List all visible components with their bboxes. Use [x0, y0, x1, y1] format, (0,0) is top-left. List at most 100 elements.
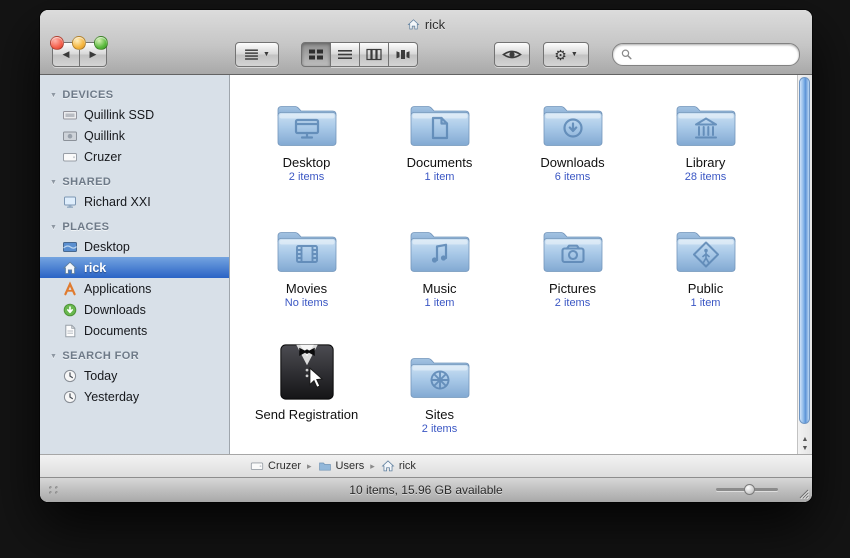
sidebar-item-rick[interactable]: rick: [40, 257, 229, 278]
applications-icon: [62, 281, 78, 297]
disclosure-triangle-icon[interactable]: ▼: [50, 224, 57, 231]
downloads-icon: [62, 302, 78, 318]
file-item-count: No items: [284, 297, 329, 309]
file-item-movies[interactable]: Movies No items: [240, 215, 373, 329]
home-icon: [407, 18, 420, 31]
view-as-columns-button[interactable]: [360, 42, 389, 67]
file-item-pictures[interactable]: Pictures 2 items: [506, 215, 639, 329]
send-registration-app-icon: [276, 341, 338, 403]
file-item-count: 28 items: [684, 171, 727, 183]
sidebar-item-label: Yesterday: [84, 389, 140, 404]
public-folder-icon: [674, 223, 738, 277]
vertical-scrollbar[interactable]: ▲ ▼: [797, 75, 812, 454]
sidebar-item-today[interactable]: Today: [40, 365, 229, 386]
back-icon: ◀: [62, 49, 70, 59]
sidebar-item-richard-xxi[interactable]: Richard XXI: [40, 191, 229, 212]
sidebar-item-yesterday[interactable]: Yesterday: [40, 386, 229, 407]
sidebar-section-label: PLACES: [62, 221, 110, 233]
grip-icon: [49, 486, 58, 494]
eye-icon: [502, 50, 522, 59]
sidebar-section-devices[interactable]: ▼ DEVICES: [40, 87, 229, 104]
file-item-desktop[interactable]: Desktop 2 items: [240, 89, 373, 203]
arrange-lines-icon: [245, 49, 258, 60]
traffic-lights: [50, 36, 108, 50]
scroll-down-icon[interactable]: ▼: [802, 445, 809, 452]
sidebar-section-shared[interactable]: ▼ SHARED: [40, 167, 229, 191]
path-bar: Cruzer ▸ Users ▸ rick: [40, 454, 812, 477]
sidebar-item-label: Quillink SSD: [84, 107, 155, 122]
slider-knob[interactable]: [743, 484, 755, 495]
forward-icon: ▶: [89, 49, 97, 59]
home-icon: [381, 459, 395, 473]
desktop-folder-icon: [275, 97, 339, 151]
search-input[interactable]: [637, 46, 791, 63]
sidebar-item-applications[interactable]: Applications: [40, 278, 229, 299]
sidebar-item-label: Desktop: [84, 239, 130, 254]
path-separator-icon: ▸: [307, 460, 312, 471]
view-as-coverflow-button[interactable]: [389, 42, 418, 67]
minimize-button[interactable]: [72, 36, 86, 50]
file-name: Library: [685, 155, 726, 170]
scroll-up-icon[interactable]: ▲: [802, 436, 809, 443]
file-name: Send Registration: [254, 407, 359, 422]
sidebar-section-places[interactable]: ▼ PLACES: [40, 212, 229, 236]
path-segment-rick[interactable]: rick: [381, 459, 416, 473]
scrollbar-thumb[interactable]: [799, 77, 810, 424]
sidebar-item-documents[interactable]: Documents: [40, 320, 229, 341]
icon-size-slider[interactable]: [716, 484, 778, 495]
sidebar-item-label: Today: [84, 368, 118, 383]
disclosure-triangle-icon[interactable]: ▼: [50, 92, 57, 99]
arrange-menu-button[interactable]: ▼: [235, 42, 279, 67]
file-item-count: 2 items: [554, 297, 591, 309]
sidebar-item-quillink-ssd[interactable]: Quillink SSD: [40, 104, 229, 125]
desktop-icon: [62, 239, 78, 255]
sidebar-item-downloads[interactable]: Downloads: [40, 299, 229, 320]
sites-folder-icon: [408, 349, 472, 403]
action-menu-button[interactable]: ⚙ ▼: [543, 42, 589, 67]
view-as-icons-button[interactable]: [301, 42, 331, 67]
close-button[interactable]: [50, 36, 64, 50]
shared-computer-icon: [62, 194, 78, 210]
gear-icon: ⚙: [554, 46, 567, 63]
resize-grip-icon[interactable]: [797, 487, 809, 499]
sidebar-item-label: rick: [84, 260, 107, 275]
folder-icon: [318, 459, 332, 473]
path-segment-cruzer[interactable]: Cruzer: [250, 459, 301, 473]
internal-disk-icon: [62, 128, 78, 144]
file-item-sites[interactable]: Sites 2 items: [373, 341, 506, 455]
coverflow-view-icon: [396, 50, 410, 59]
column-view-icon: [366, 48, 382, 61]
library-folder-icon: [674, 97, 738, 151]
documents-folder-icon: [408, 97, 472, 151]
toolbar: ◀ ▶ ▼ ⚙ ▼: [40, 35, 812, 74]
disclosure-triangle-icon[interactable]: ▼: [50, 353, 57, 360]
zoom-button[interactable]: [94, 36, 108, 50]
sidebar-item-label: Downloads: [84, 302, 146, 317]
quick-look-button[interactable]: [494, 42, 530, 67]
sidebar-item-desktop[interactable]: Desktop: [40, 236, 229, 257]
sidebar-item-cruzer[interactable]: Cruzer: [40, 146, 229, 167]
titlebar[interactable]: rick: [40, 10, 812, 35]
view-as-list-button[interactable]: [331, 42, 360, 67]
disclosure-triangle-icon[interactable]: ▼: [50, 179, 57, 186]
chevron-down-icon: ▼: [263, 51, 270, 58]
ssd-icon: [62, 107, 78, 123]
finder-window: rick ◀ ▶ ▼ ⚙ ▼ ▼ DEVICES Quillink SSD Qu…: [40, 10, 812, 502]
file-item-public[interactable]: Public 1 item: [639, 215, 772, 329]
file-item-music[interactable]: Music 1 item: [373, 215, 506, 329]
movies-folder-icon: [275, 223, 339, 277]
window-header: rick ◀ ▶ ▼ ⚙ ▼: [40, 10, 812, 75]
clock-icon: [62, 389, 78, 405]
file-item-library[interactable]: Library 28 items: [639, 89, 772, 203]
sidebar-item-quillink[interactable]: Quillink: [40, 125, 229, 146]
file-name: Pictures: [549, 281, 596, 296]
sidebar-section-search-for[interactable]: ▼ SEARCH FOR: [40, 341, 229, 365]
file-item-documents[interactable]: Documents 1 item: [373, 89, 506, 203]
file-item-send-registration[interactable]: Send Registration: [240, 341, 373, 455]
search-field[interactable]: [612, 43, 800, 66]
pictures-folder-icon: [541, 223, 605, 277]
file-item-downloads[interactable]: Downloads 6 items: [506, 89, 639, 203]
path-segment-label: Users: [335, 460, 365, 472]
file-item-count: 1 item: [690, 297, 721, 309]
path-segment-users[interactable]: Users: [318, 459, 365, 473]
